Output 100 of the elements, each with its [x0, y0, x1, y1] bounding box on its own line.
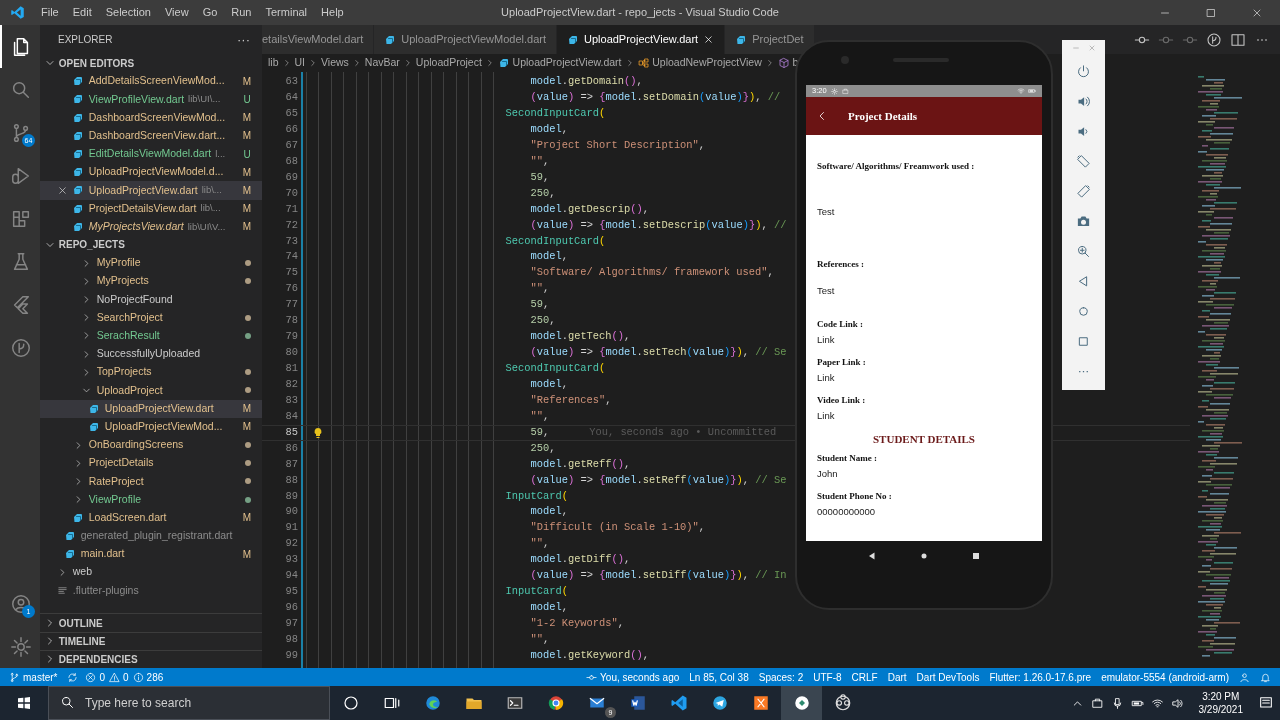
tree-item[interactable]: SuccessfullyUploaded — [40, 345, 262, 364]
status-item[interactable]: 0 — [107, 669, 131, 685]
breadcrumb-item[interactable]: lib — [268, 55, 279, 71]
tree-item[interactable]: SerachResult — [40, 326, 262, 345]
split-editor-icon[interactable] — [1230, 31, 1246, 48]
browser-icon[interactable] — [423, 694, 442, 712]
overview-icon[interactable] — [970, 550, 982, 562]
tree-item[interactable]: ViewProfile — [40, 490, 262, 509]
tree-item[interactable]: MyProjects — [40, 272, 262, 291]
settings-icon[interactable] — [10, 635, 32, 658]
status-item[interactable]: Dart — [882, 669, 912, 685]
bell-icon[interactable] — [1260, 671, 1271, 683]
power-icon[interactable] — [1076, 63, 1091, 79]
account-icon[interactable] — [10, 592, 32, 615]
section-header[interactable]: DEPENDENCIES — [58, 651, 138, 667]
sync-icon[interactable] — [67, 671, 79, 683]
maximize-icon[interactable] — [1205, 6, 1217, 19]
tree-item[interactable]: UploadProjectViewMod... M — [40, 417, 262, 436]
status-item[interactable]: Spaces: 2 — [753, 669, 809, 685]
tree-item[interactable]: ProjectDetails — [40, 454, 262, 473]
cross-app-icon[interactable] — [751, 694, 770, 712]
tree-item[interactable]: UploadProjectView.dart M — [40, 399, 262, 418]
file-icon — [72, 75, 84, 88]
tray-app-icon[interactable] — [1090, 696, 1104, 710]
tree-item[interactable]: TopProjects — [40, 363, 262, 382]
open-editor-item[interactable]: UploadProjectView.dart lib\... M — [40, 181, 262, 200]
clock-time[interactable]: 3:20 PM — [1198, 690, 1243, 703]
breadcrumb-item[interactable]: UploadNewProjectView — [637, 55, 762, 71]
tree-item[interactable]: NoProjectFound — [40, 290, 262, 309]
open-editor-item[interactable]: DashboardScreenView.dart... M — [40, 126, 262, 145]
open-editor-item[interactable]: ProjectDetailsView.dart lib\... M — [40, 199, 262, 218]
close-icon[interactable] — [56, 184, 68, 196]
tree-item[interactable]: RateProject — [40, 472, 262, 491]
tree-item[interactable]: web — [40, 563, 262, 582]
editor-tab[interactable]: UploadProjectViewModel.dart — [374, 25, 557, 54]
tree-item[interactable]: SearchProject — [40, 308, 262, 327]
open-editor-item[interactable]: EditDetailsViewModel.dart l... U — [40, 144, 262, 164]
rotate-right-icon[interactable] — [1076, 183, 1091, 199]
tree-item[interactable]: .flutter-plugins — [40, 581, 262, 600]
open-editor-item[interactable]: UploadProjectViewModel.d... M — [40, 163, 262, 182]
paper-plane-icon[interactable] — [710, 694, 729, 712]
status-item[interactable]: UTF-8 — [808, 669, 847, 685]
menu-item[interactable]: Selection — [98, 4, 158, 21]
open-editor-item[interactable]: MyProjectsView.dart lib\UI\V... M — [40, 217, 262, 236]
browser-icon[interactable] — [546, 694, 565, 712]
menu-item[interactable]: View — [157, 4, 196, 21]
open-editor-item[interactable]: AddDetailsScreenViewMod... M — [40, 72, 262, 91]
breadcrumb-item[interactable]: UploadProject — [415, 55, 482, 71]
status-item[interactable]: CRLF — [846, 669, 883, 685]
status-item[interactable]: master* — [4, 669, 63, 685]
breadcrumb-item[interactable]: UI — [294, 55, 305, 71]
status-item[interactable]: You, seconds ago — [581, 669, 685, 685]
section-header[interactable]: OUTLINE — [58, 615, 103, 631]
breadcrumb-item[interactable]: UploadProjectView.dart — [497, 55, 622, 71]
menu-item[interactable]: Terminal — [258, 4, 315, 21]
breadcrumb-item[interactable]: NavBar — [364, 55, 400, 71]
tree-item[interactable]: LoadScreen.dart M — [40, 508, 262, 527]
tree-item[interactable]: generated_plugin_registrant.dart — [40, 526, 262, 546]
terminal-icon[interactable] — [505, 694, 524, 712]
search-field[interactable]: Type here to search — [48, 686, 330, 720]
tree-item[interactable]: OnBoardingScreens — [40, 435, 262, 455]
status-item[interactable]: Flutter: 1.26.0-17.6.pre — [984, 669, 1097, 685]
tree-item[interactable]: main.dart M — [40, 545, 262, 564]
section-header[interactable]: REPO_JECTS — [58, 237, 125, 253]
menu-item[interactable]: Edit — [65, 4, 99, 21]
more-actions-button[interactable]: ··· — [237, 29, 250, 50]
section-header[interactable]: TIMELINE — [58, 633, 106, 649]
editor-tab[interactable]: UploadProjectView.dart — [557, 25, 726, 54]
status-item[interactable]: emulator-5554 (android-arm) — [1096, 669, 1234, 685]
diamond-app-icon[interactable] — [792, 694, 811, 712]
rotate-left-icon[interactable] — [1076, 153, 1091, 169]
feedback-icon[interactable] — [1239, 671, 1250, 683]
open-editor-item[interactable]: ViewProfileView.dart lib\UI\... U — [40, 90, 262, 109]
status-item[interactable]: 286 — [130, 669, 166, 685]
code-editor-icon[interactable] — [669, 694, 688, 712]
menu-item[interactable]: Help — [314, 4, 351, 21]
section-header[interactable]: OPEN EDITORS — [58, 55, 135, 71]
editor-tab[interactable]: ProjectDet — [725, 25, 815, 54]
status-item[interactable]: 0 — [83, 669, 107, 685]
start-icon[interactable] — [16, 695, 32, 711]
status-item[interactable]: Ln 85, Col 38 — [684, 669, 754, 685]
volume-icon[interactable] — [1170, 696, 1184, 710]
tree-item[interactable]: MyProfile — [40, 254, 262, 273]
menu-item[interactable]: File — [34, 4, 66, 21]
lightbulb-icon[interactable] — [312, 426, 324, 439]
menu-item[interactable]: Run — [224, 4, 259, 21]
open-editor-item[interactable]: DashboardScreenViewMod... M — [40, 108, 262, 127]
tree-item[interactable]: UploadProject — [40, 381, 262, 400]
volume-up-icon[interactable] — [1076, 93, 1091, 109]
menu-item[interactable]: Go — [195, 4, 225, 21]
document-icon[interactable] — [628, 694, 647, 712]
close-icon[interactable] — [703, 34, 715, 45]
record-app-icon[interactable] — [833, 694, 852, 712]
status-item[interactable]: Dart DevTools — [911, 669, 985, 685]
zoom-icon[interactable] — [1076, 243, 1091, 259]
editor-tab[interactable]: etailsViewModel.dart — [262, 25, 375, 54]
notifications-icon[interactable] — [1258, 695, 1274, 711]
wifi-icon[interactable] — [1150, 696, 1164, 710]
breadcrumb-item[interactable]: Views — [321, 55, 349, 71]
clock-date[interactable]: 3/29/2021 — [1198, 703, 1243, 716]
